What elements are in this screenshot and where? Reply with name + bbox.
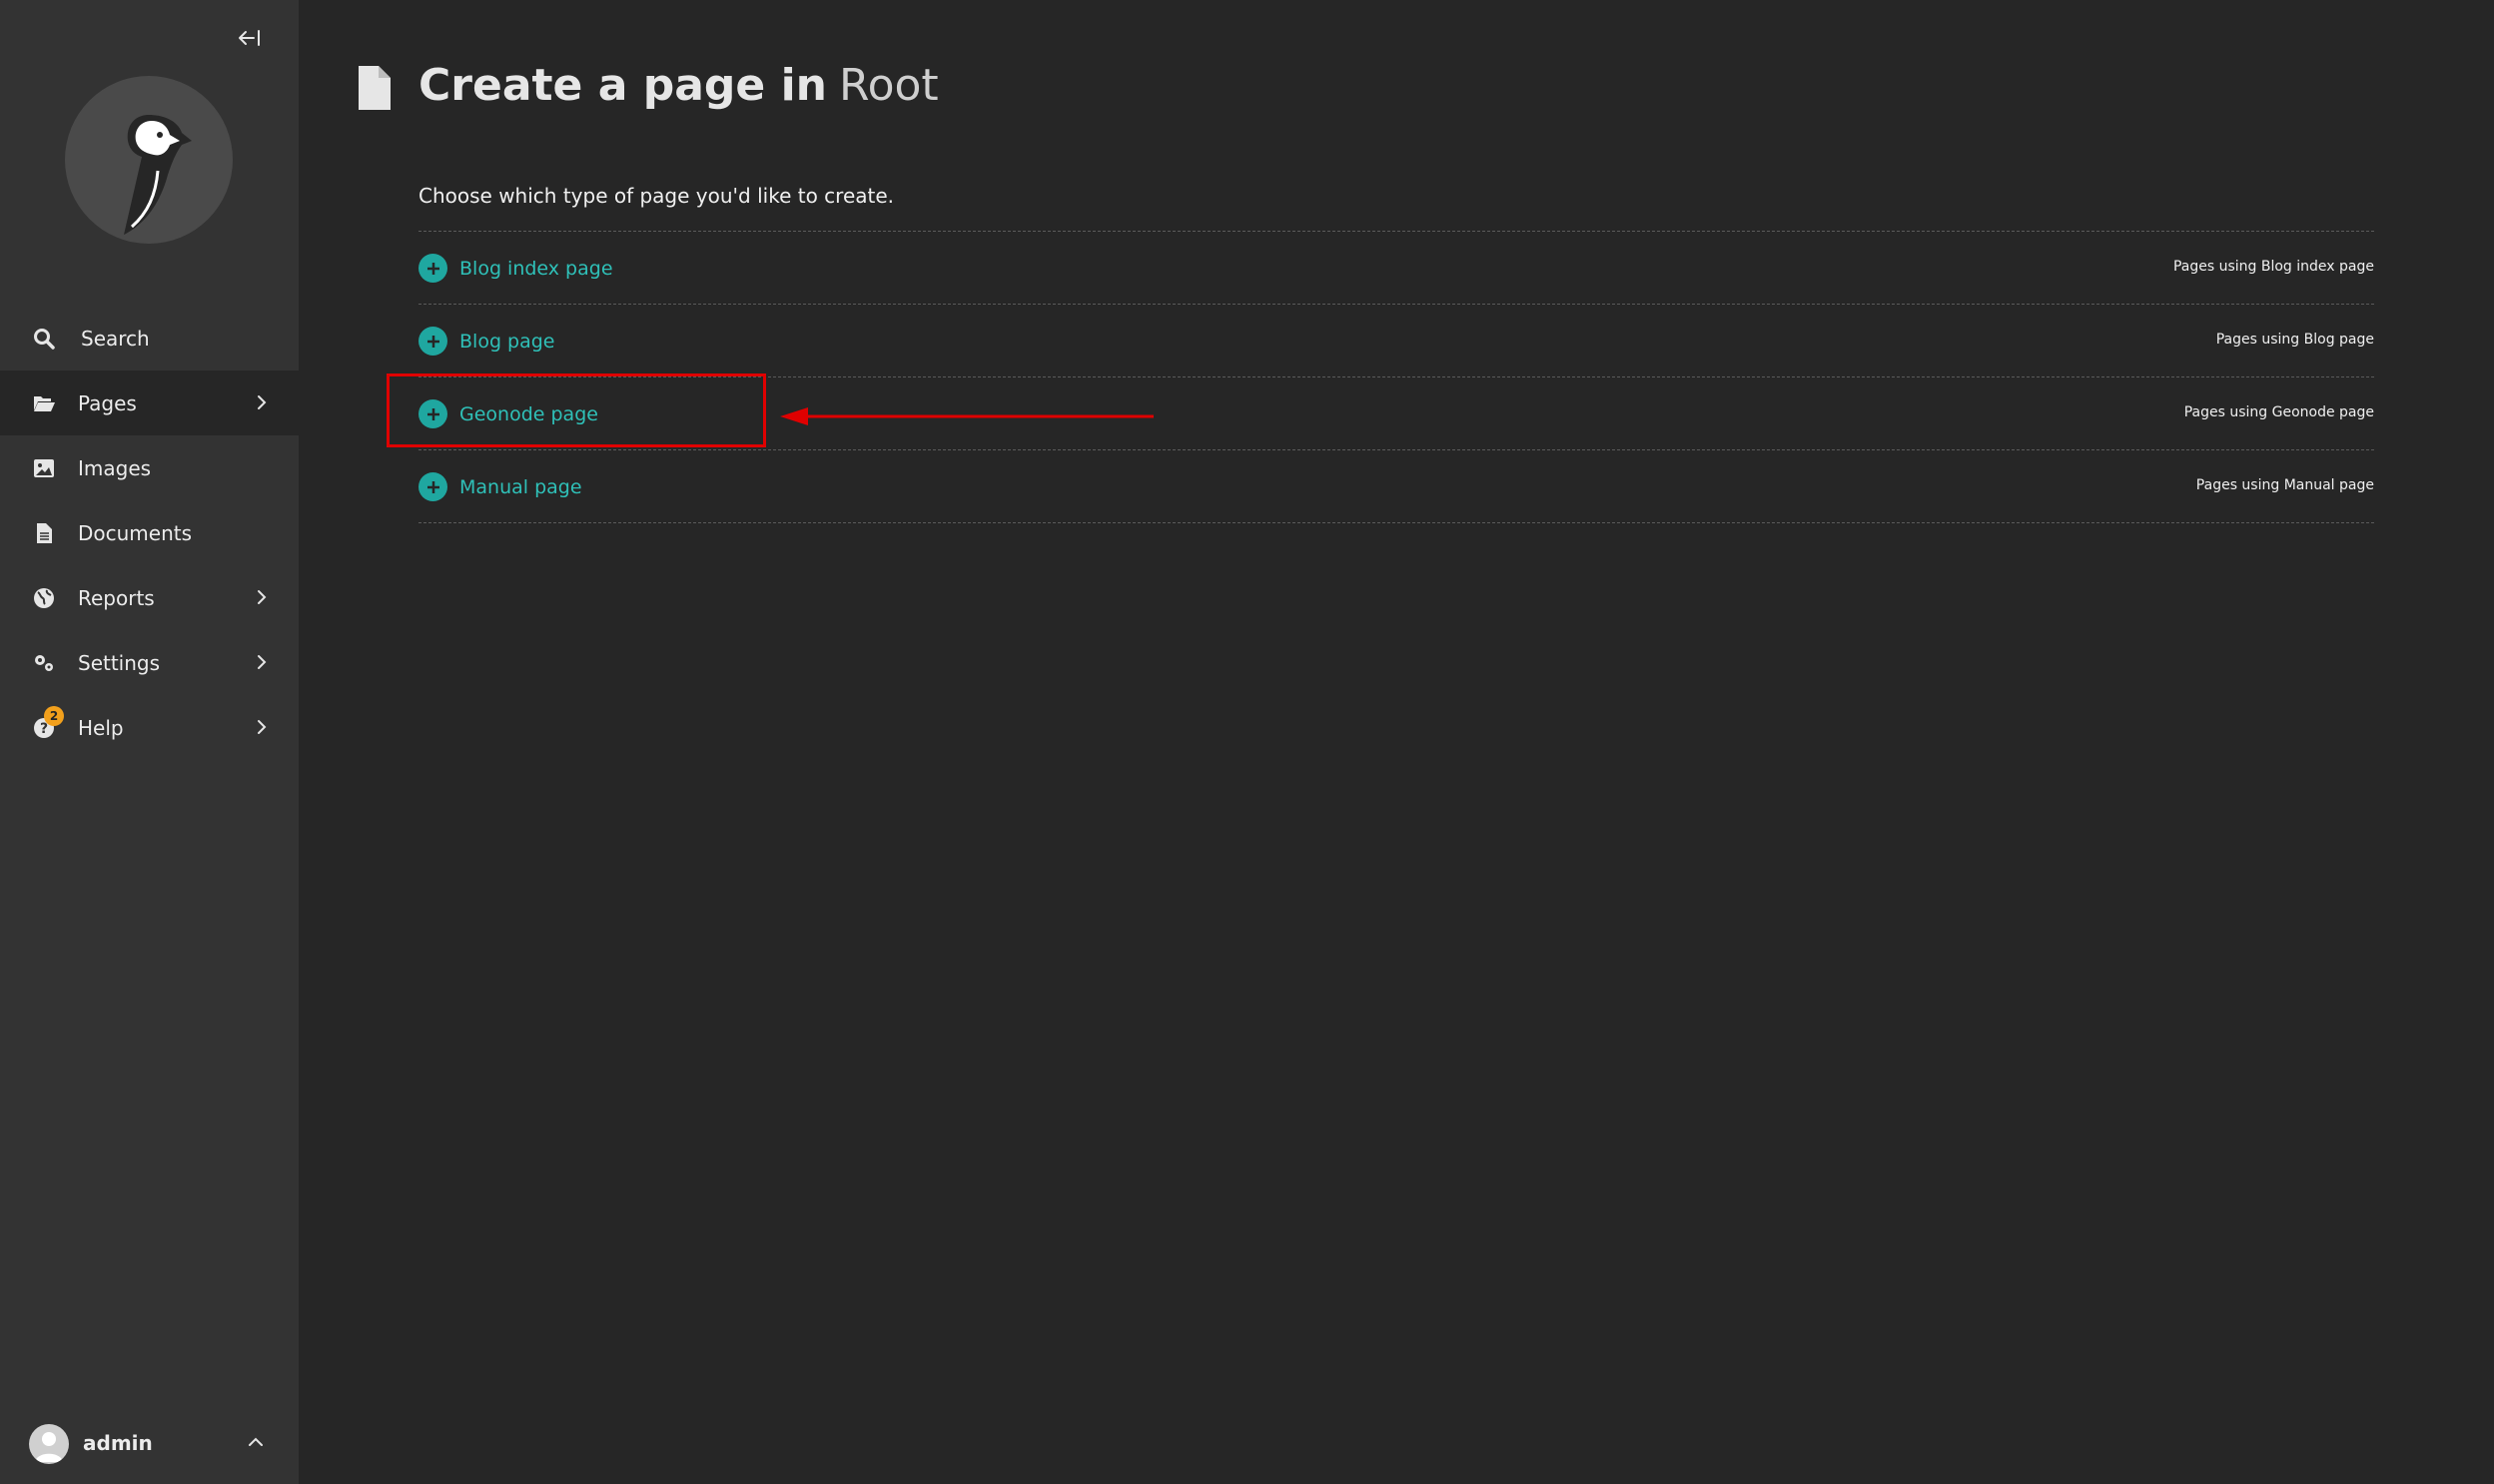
sidebar-item-search[interactable]: Search xyxy=(0,306,299,371)
main-content: Create a page in Root Choose which type o… xyxy=(299,0,2494,1484)
sidebar: Search Pages Images Documents Reports Se… xyxy=(0,0,299,1484)
sidebar-item-pages[interactable]: Pages xyxy=(0,371,299,435)
wagtail-logo[interactable] xyxy=(64,75,234,245)
plus-circle-icon xyxy=(418,327,447,356)
account-menu-toggle[interactable]: admin xyxy=(0,1410,299,1476)
page-type-label: Blog index page xyxy=(459,257,613,280)
sidebar-item-label: Pages xyxy=(78,390,137,415)
chevron-right-icon xyxy=(258,395,267,409)
page-type-link[interactable]: Blog index page xyxy=(418,254,613,283)
sidebar-item-label: Settings xyxy=(78,650,161,675)
globe-icon xyxy=(34,588,54,608)
folder-open-icon xyxy=(34,396,55,411)
document-icon xyxy=(37,523,52,543)
sidebar-item-label: Reports xyxy=(78,585,155,610)
page-title-text: Create a page in xyxy=(418,60,827,111)
plus-circle-icon xyxy=(418,254,447,283)
sidebar-item-documents[interactable]: Documents xyxy=(0,500,299,565)
sidebar-item-help[interactable]: ? 2 Help xyxy=(0,695,299,760)
sidebar-item-label: Images xyxy=(78,455,152,480)
page-type-usage-link[interactable]: Pages using Blog page xyxy=(2216,332,2374,348)
sidebar-item-images[interactable]: Images xyxy=(0,435,299,500)
annotation-arrow-icon xyxy=(780,407,1154,425)
cogs-icon xyxy=(35,655,53,671)
search-icon xyxy=(34,329,55,350)
sidebar-item-reports[interactable]: Reports xyxy=(0,565,299,630)
document-icon xyxy=(359,66,391,110)
page-title: Create a page in Root xyxy=(418,60,939,111)
sidebar-item-settings[interactable]: Settings xyxy=(0,630,299,695)
list-item: Manual page Pages using Manual page xyxy=(418,449,2374,523)
page-type-label: Blog page xyxy=(459,330,555,353)
image-icon xyxy=(34,459,54,477)
plus-circle-icon xyxy=(418,472,447,501)
user-avatar-icon xyxy=(35,1432,63,1462)
page-title-parent: Root xyxy=(838,60,939,111)
main-menu: Search Pages Images Documents Reports Se… xyxy=(0,306,299,760)
sidebar-item-label: Help xyxy=(78,715,124,740)
page-type-link[interactable]: Manual page xyxy=(418,472,582,501)
chevron-up-icon xyxy=(249,1437,263,1446)
list-item: Blog page Pages using Blog page xyxy=(418,304,2374,376)
chevron-right-icon xyxy=(258,590,267,604)
page-type-link[interactable]: Blog page xyxy=(418,327,555,356)
page-type-label: Manual page xyxy=(459,475,582,498)
page-type-usage-link[interactable]: Pages using Geonode page xyxy=(2184,404,2374,420)
notification-badge: 2 xyxy=(44,706,64,726)
collapse-arrow-icon xyxy=(239,30,260,46)
intro-text: Choose which type of page you'd like to … xyxy=(418,184,895,208)
page-type-usage-link[interactable]: Pages using Manual page xyxy=(2196,477,2374,493)
list-item: Blog index page Pages using Blog index p… xyxy=(418,231,2374,304)
chevron-right-icon xyxy=(258,720,267,734)
page-type-usage-link[interactable]: Pages using Blog index page xyxy=(2173,259,2374,275)
collapse-sidebar-button[interactable] xyxy=(232,22,268,54)
annotation-highlight-box xyxy=(387,373,766,447)
account-name: admin xyxy=(83,1431,153,1455)
avatar xyxy=(29,1424,69,1464)
chevron-right-icon xyxy=(258,655,267,669)
sidebar-item-label: Search xyxy=(81,326,150,351)
sidebar-item-label: Documents xyxy=(78,520,193,545)
